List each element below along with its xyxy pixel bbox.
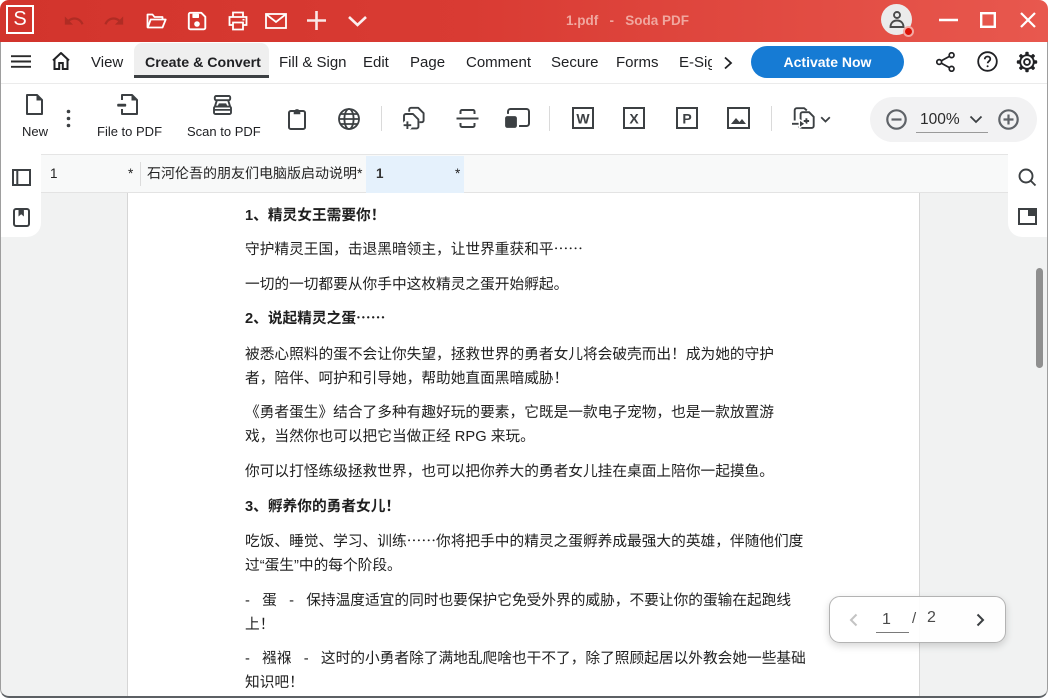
svg-text:W: W <box>576 111 590 127</box>
svg-text:P: P <box>682 111 691 127</box>
svg-text:X: X <box>629 111 639 127</box>
